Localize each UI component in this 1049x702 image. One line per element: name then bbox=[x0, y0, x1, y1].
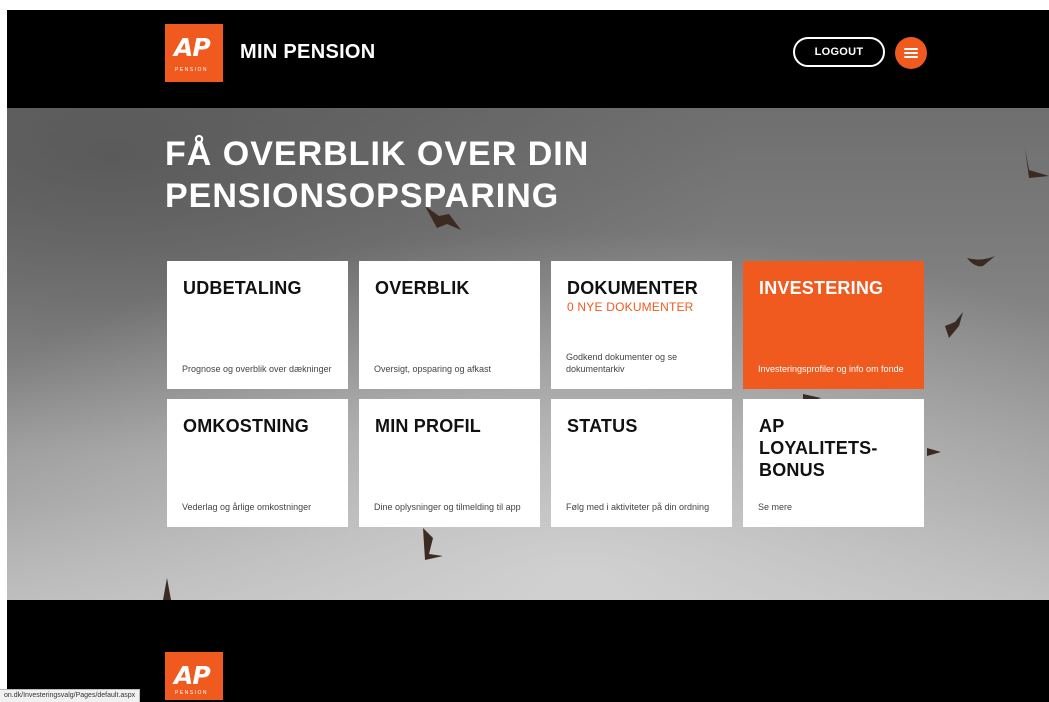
card-description: Godkend dokumenter og se dokumentarkiv bbox=[566, 352, 678, 374]
site-footer: AP PENSION bbox=[7, 600, 1049, 702]
card-investering[interactable]: INVESTERING Investeringsprofiler og info… bbox=[743, 261, 924, 389]
hamburger-menu-icon bbox=[904, 48, 918, 50]
ap-pension-logo[interactable]: AP PENSION bbox=[165, 24, 223, 82]
card-title: AP LOYALITETS-BONUS bbox=[759, 416, 878, 480]
card-description: Følg med i aktiviteter på din ordning bbox=[566, 502, 710, 512]
hamburger-menu-button[interactable] bbox=[895, 37, 927, 69]
card-overblik[interactable]: OVERBLIK Oversigt, opsparing og afkast bbox=[359, 261, 540, 389]
footer-ap-pension-logo[interactable]: AP PENSION bbox=[165, 652, 223, 700]
hero-banner: FÅ OVERBLIK OVER DIN PENSIONSOPSPARING U… bbox=[7, 108, 1049, 600]
site-header: AP PENSION MIN PENSION LOGOUT bbox=[7, 10, 1049, 108]
card-min-profil[interactable]: MIN PROFIL Dine oplysninger og tilmeldin… bbox=[359, 399, 540, 527]
card-description: Dine oplysninger og tilmelding til app bbox=[374, 502, 521, 512]
card-title: MIN PROFIL bbox=[375, 416, 481, 436]
card-title: OMKOSTNING bbox=[183, 416, 309, 436]
card-udbetaling[interactable]: UDBETALING Prognose og overblik over dæk… bbox=[167, 261, 348, 389]
card-description: Oversigt, opsparing og afkast bbox=[374, 364, 492, 374]
card-ap-loyalitetsbonus[interactable]: AP LOYALITETS-BONUS Se mere bbox=[743, 399, 924, 527]
card-description: Prognose og overblik over dækninger bbox=[182, 364, 332, 374]
card-title: STATUS bbox=[567, 416, 638, 436]
logo-text: AP bbox=[174, 33, 211, 62]
card-status[interactable]: STATUS Følg med i aktiviteter på din ord… bbox=[551, 399, 732, 527]
logo-subtext: PENSION bbox=[175, 67, 209, 73]
hero-title: FÅ OVERBLIK OVER DIN PENSIONSOPSPARING bbox=[165, 135, 590, 215]
card-title: OVERBLIK bbox=[375, 278, 470, 298]
card-description: Vederlag og årlige omkostninger bbox=[182, 502, 312, 512]
card-omkostning[interactable]: OMKOSTNING Vederlag og årlige omkostning… bbox=[167, 399, 348, 527]
logout-button[interactable]: LOGOUT bbox=[793, 37, 885, 67]
new-documents-count: 0 NYE DOKUMENTER bbox=[567, 300, 694, 314]
browser-viewport: AP PENSION MIN PENSION LOGOUT FÅ OVERBLI… bbox=[7, 10, 1049, 702]
card-dokumenter[interactable]: DOKUMENTER 0 NYE DOKUMENTER Godkend doku… bbox=[551, 261, 732, 389]
footer-logo-subtext: PENSION bbox=[175, 690, 209, 696]
card-title: DOKUMENTER bbox=[567, 278, 698, 298]
footer-logo-text: AP bbox=[174, 661, 211, 690]
card-title: UDBETALING bbox=[183, 278, 302, 298]
card-title: INVESTERING bbox=[759, 278, 884, 298]
browser-status-bar: on.dk/Investeringsvalg/Pages/default.asp… bbox=[0, 689, 141, 702]
card-description: Investeringsprofiler og info om fonde bbox=[758, 364, 904, 374]
site-title: MIN PENSION bbox=[240, 41, 376, 63]
card-description: Se mere bbox=[758, 502, 793, 512]
